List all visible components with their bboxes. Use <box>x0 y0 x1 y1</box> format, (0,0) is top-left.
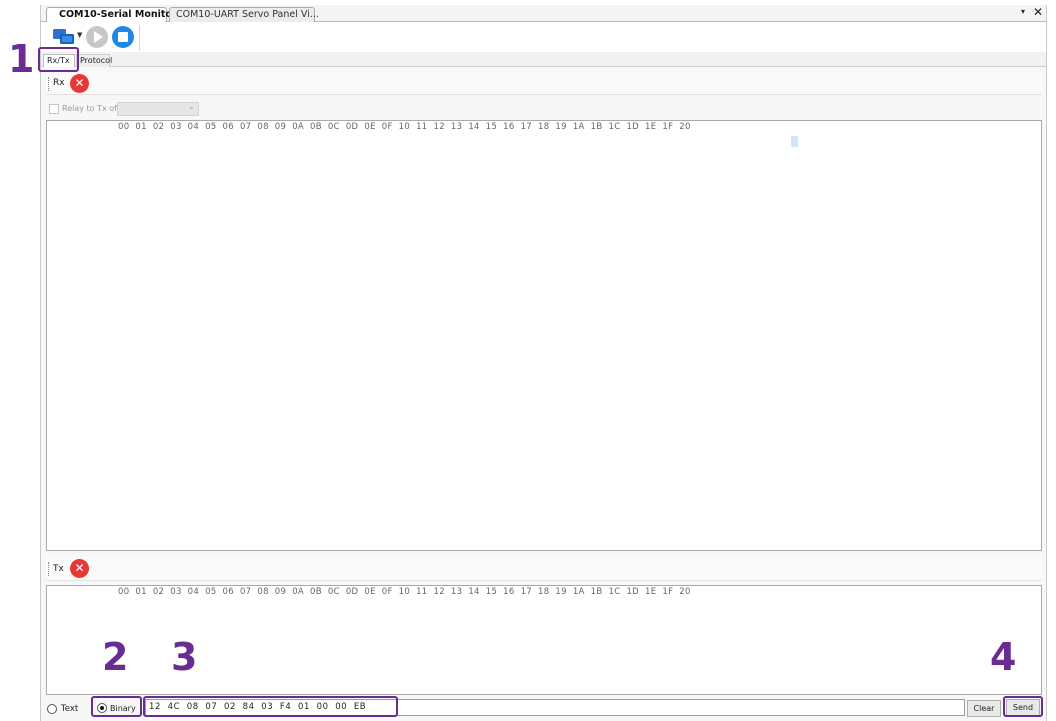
tx-grip-handle[interactable] <box>48 562 51 576</box>
tx-clear-icon[interactable]: ✕ <box>70 559 89 578</box>
rx-grip-handle[interactable] <box>48 77 51 91</box>
annotation-box-4 <box>1003 696 1043 717</box>
rx-header-bar <box>46 73 1042 95</box>
relay-target-select[interactable] <box>117 102 199 116</box>
rx-clear-icon[interactable]: ✕ <box>70 74 89 93</box>
tab-serial-monitor[interactable]: COM10-Serial Monitor <box>46 7 177 22</box>
annotation-number-1: 1 <box>8 37 35 81</box>
stop-button[interactable] <box>112 26 134 48</box>
annotation-number-4: 4 <box>990 635 1017 679</box>
tx-header-bar <box>46 557 1042 581</box>
rx-cursor <box>791 136 798 147</box>
tx-hex-column-header: 00 01 02 03 04 05 06 07 08 09 0A 0B 0C 0… <box>118 587 691 597</box>
annotation-number-2: 2 <box>102 635 129 679</box>
close-document-icon[interactable]: ✕ <box>1033 5 1043 19</box>
connect-dropdown-icon[interactable]: ▼ <box>77 31 82 39</box>
tab-protocol[interactable]: Protocol <box>76 54 112 67</box>
chevron-down-icon: ⌄ <box>188 102 195 111</box>
rx-hex-column-header: 00 01 02 03 04 05 06 07 08 09 0A 0B 0C 0… <box>118 122 691 132</box>
rx-label: Rx <box>53 78 65 88</box>
annotation-box-3 <box>143 696 398 717</box>
tx-label: Tx <box>53 564 64 574</box>
text-mode-radio[interactable] <box>47 704 57 714</box>
toolbar-separator <box>139 25 140 51</box>
clear-button[interactable]: Clear <box>967 700 1001 717</box>
inner-tab-strip <box>41 52 1046 67</box>
text-mode-label[interactable]: Text <box>61 704 78 714</box>
toolbar <box>41 22 1046 52</box>
tab-uart-servo-panel[interactable]: COM10-UART Servo Panel Vi... <box>169 7 319 22</box>
annotation-number-3: 3 <box>171 635 198 679</box>
start-button[interactable] <box>86 26 108 48</box>
annotation-box-1 <box>38 47 79 72</box>
rx-data-pane[interactable] <box>46 120 1042 551</box>
relay-checkbox[interactable] <box>49 104 59 114</box>
connect-port-icon[interactable] <box>52 28 76 46</box>
tab-list-dropdown-icon[interactable]: ▾ <box>1021 7 1025 16</box>
relay-label: Relay to Tx of <box>62 104 117 113</box>
annotation-box-2 <box>91 696 142 717</box>
